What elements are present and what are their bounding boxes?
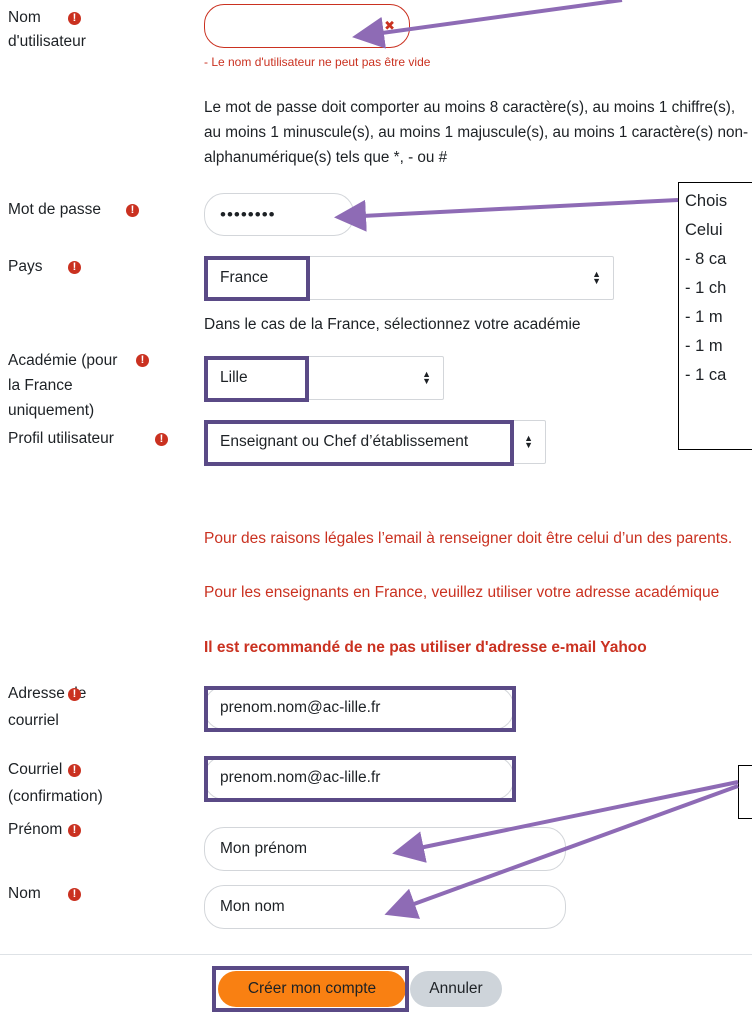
yahoo-warning: Il est recommandé de ne pas utiliser d'a…	[204, 639, 647, 656]
name-callout	[738, 765, 752, 819]
callout-line: - 1 m	[685, 337, 723, 355]
required-icon: !	[68, 12, 81, 25]
lastname-value: Mon nom	[220, 898, 285, 915]
required-icon: !	[126, 204, 139, 217]
callout-line: - 1 m	[685, 308, 723, 326]
password-callout: Chois Celui - 8 ca - 1 ch - 1 m - 1 m - …	[678, 182, 752, 450]
highlight-box	[204, 356, 309, 402]
highlight-box	[204, 256, 310, 301]
lastname-label: Nom	[8, 885, 41, 902]
email-confirm-label: Courriel (confirmation)	[8, 761, 103, 805]
arrow-to-password	[334, 198, 679, 232]
highlight-box	[204, 756, 516, 802]
select-caret-icon: ▲ ▼	[524, 433, 533, 450]
required-icon: !	[68, 688, 81, 701]
profile-label: Profil utilisateur	[8, 430, 114, 447]
callout-line: Chois	[685, 192, 728, 210]
firstname-value: Mon prénom	[220, 840, 308, 857]
academy-label: Académie (pour la France uniquement)	[8, 352, 118, 419]
firstname-label: Prénom	[8, 821, 63, 838]
country-label: Pays	[8, 258, 43, 275]
callout-line: - 1 ch	[685, 279, 727, 297]
divider	[0, 954, 752, 955]
lastname-input[interactable]: Mon nom	[204, 885, 566, 929]
username-error: - Le nom d'utilisateur ne peut pas être …	[204, 55, 431, 69]
callout-line: Celui	[685, 221, 723, 239]
highlight-box	[204, 686, 516, 732]
password-input[interactable]: ••••••••	[204, 193, 354, 236]
password-value: ••••••••	[220, 204, 276, 224]
highlight-box	[212, 966, 409, 1012]
callout-line: - 1 ca	[685, 366, 727, 384]
teacher-notice: Pour les enseignants en France, veuillez…	[204, 584, 720, 601]
firstname-input[interactable]: Mon prénom	[204, 827, 566, 871]
required-icon: !	[68, 261, 81, 274]
required-icon: !	[68, 824, 81, 837]
password-label: Mot de passe	[8, 201, 102, 218]
country-hint: Dans le cas de la France, sélectionnez v…	[204, 316, 581, 333]
required-icon: !	[68, 888, 81, 901]
required-icon: !	[136, 354, 149, 367]
legal-notice: Pour des raisons légales l’email à rense…	[204, 530, 733, 547]
highlight-box	[204, 420, 514, 466]
select-caret-icon: ▲ ▼	[422, 369, 431, 386]
password-rules: Le mot de passe doit comporter au moins …	[204, 99, 749, 166]
clear-icon[interactable]: ✖	[384, 18, 395, 34]
select-caret-icon: ▲ ▼	[592, 269, 601, 286]
required-icon: !	[155, 433, 168, 446]
username-input[interactable]: ✖	[204, 4, 410, 48]
cancel-button[interactable]: Annuler	[410, 971, 502, 1007]
required-icon: !	[68, 764, 81, 777]
callout-line: - 8 ca	[685, 250, 727, 268]
